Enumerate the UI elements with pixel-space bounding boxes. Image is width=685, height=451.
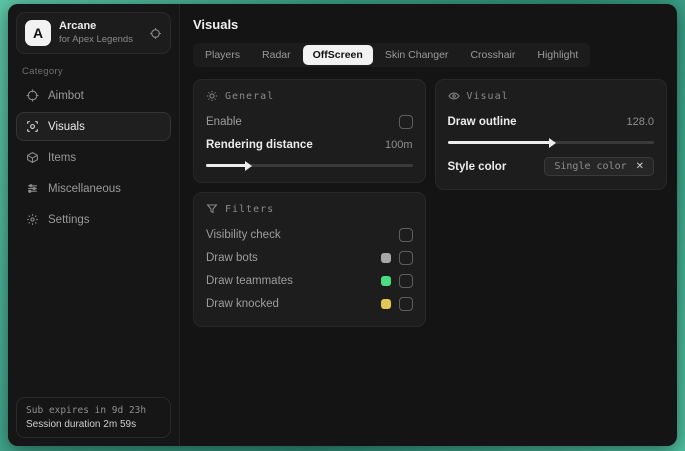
app-window: A Arcane for Apex Legends Category Aimbo…: [8, 4, 677, 446]
enable-checkbox[interactable]: [398, 114, 413, 129]
sliders-icon: [26, 182, 39, 195]
sidebar-item-settings[interactable]: Settings: [16, 205, 171, 234]
draw-bots-label: Draw bots: [206, 251, 258, 264]
clear-icon[interactable]: ✕: [636, 161, 644, 172]
rendering-distance-label: Rendering distance: [206, 138, 313, 151]
page-title: Visuals: [193, 17, 239, 32]
panel-title: Visual: [466, 90, 509, 102]
sidebar-item-label: Items: [48, 151, 77, 164]
draw-bots-checkbox[interactable]: [398, 250, 413, 265]
style-color-select[interactable]: Single color ✕: [544, 157, 654, 176]
tab-skin-changer[interactable]: Skin Changer: [375, 45, 459, 65]
style-color-value: Single color: [554, 161, 627, 172]
general-panel: General Enable Rendering distance 100m: [193, 79, 426, 183]
gear-icon: [26, 213, 39, 226]
draw-knocked-checkbox[interactable]: [398, 296, 413, 311]
enable-label: Enable: [206, 115, 242, 128]
scan-eye-icon: [26, 120, 39, 133]
draw-knocked-label: Draw knocked: [206, 297, 279, 310]
tab-highlight[interactable]: Highlight: [527, 45, 588, 65]
tab-radar[interactable]: Radar: [252, 45, 301, 65]
draw-outline-label: Draw outline: [447, 115, 517, 128]
sidebar-item-label: Settings: [48, 213, 90, 226]
draw-teammates-color-swatch[interactable]: [380, 275, 391, 286]
slider-thumb[interactable]: [548, 137, 556, 148]
sidebar: A Arcane for Apex Legends Category Aimbo…: [8, 4, 180, 446]
tab-offscreen[interactable]: OffScreen: [302, 45, 373, 65]
app-subtitle: for Apex Legends: [59, 33, 133, 45]
sidebar-item-label: Miscellaneous: [48, 182, 121, 195]
sidebar-item-miscellaneous[interactable]: Miscellaneous: [16, 174, 171, 203]
sub-expiry-text: Sub expires in 9d 23h: [26, 405, 147, 416]
funnel-icon: [206, 203, 218, 215]
sidebar-item-label: Visuals: [48, 120, 85, 133]
panel-title: Filters: [225, 203, 275, 215]
panel-title: General: [225, 90, 275, 102]
draw-teammates-checkbox[interactable]: [398, 273, 413, 288]
session-duration-text: Session duration 2m 59s: [26, 419, 137, 430]
draw-knocked-color-swatch[interactable]: [380, 298, 391, 309]
sidebar-item-aimbot[interactable]: Aimbot: [16, 81, 171, 110]
category-label: Category: [22, 66, 63, 77]
sidebar-item-items[interactable]: Items: [16, 143, 171, 172]
draw-bots-color-swatch[interactable]: [380, 252, 391, 263]
draw-teammates-label: Draw teammates: [206, 274, 293, 287]
visibility-check-label: Visibility check: [206, 228, 281, 241]
visual-panel: Visual Draw outline 128.0 Style color Si…: [434, 79, 667, 190]
draw-outline-slider[interactable]: [447, 137, 654, 148]
rendering-distance-value: 100m: [384, 138, 413, 151]
sidebar-item-label: Aimbot: [48, 89, 84, 102]
main-content: Visuals Players Radar OffScreen Skin Cha…: [180, 4, 677, 446]
rendering-distance-slider[interactable]: [206, 160, 413, 171]
sun-gear-icon: [206, 90, 218, 102]
eye-icon: [447, 90, 460, 102]
app-logo: A: [25, 20, 51, 46]
app-name: Arcane: [59, 20, 97, 33]
package-icon: [26, 151, 39, 164]
visibility-check-checkbox[interactable]: [398, 227, 413, 242]
tab-crosshair[interactable]: Crosshair: [460, 45, 525, 65]
filters-panel: Filters Visibility check Draw bots Draw …: [193, 192, 426, 327]
visuals-tabbar: Players Radar OffScreen Skin Changer Cro…: [193, 43, 591, 67]
sidebar-item-visuals[interactable]: Visuals: [16, 112, 171, 141]
style-color-label: Style color: [447, 160, 507, 173]
crosshair-target-icon[interactable]: [149, 27, 162, 40]
crosshair-icon: [26, 89, 39, 102]
draw-outline-value: 128.0: [626, 115, 654, 128]
tab-players[interactable]: Players: [195, 45, 250, 65]
subscription-info-card: Sub expires in 9d 23h Session duration 2…: [16, 397, 171, 438]
app-header-card: A Arcane for Apex Legends: [16, 12, 171, 54]
sidebar-nav: Aimbot Visuals Items Miscellaneous Setti…: [16, 81, 171, 234]
slider-thumb[interactable]: [245, 160, 253, 171]
